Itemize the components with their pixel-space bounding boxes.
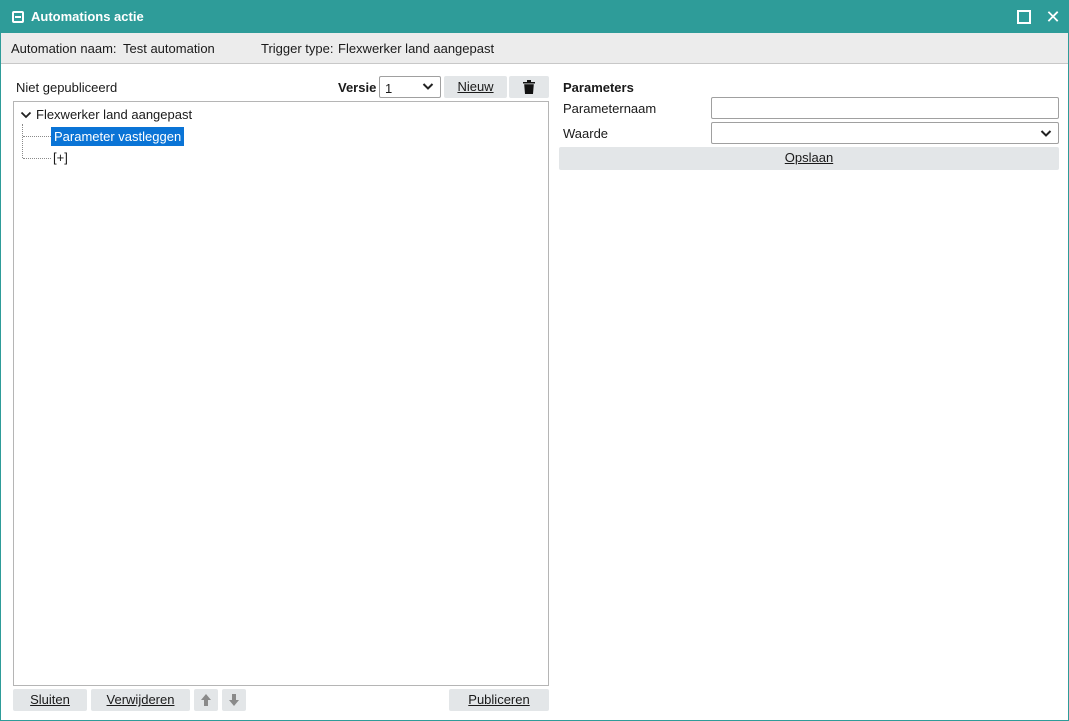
app-window-icon xyxy=(12,11,24,23)
new-version-button[interactable]: Nieuw xyxy=(444,76,507,98)
close-icon[interactable]: ✕ xyxy=(1044,6,1062,28)
remove-button-label: Verwijderen xyxy=(106,692,175,707)
version-select[interactable]: 1 xyxy=(379,76,441,98)
tree-add-node[interactable]: [+] xyxy=(53,150,68,165)
publish-button[interactable]: Publiceren xyxy=(449,689,549,711)
title-bar: Automations actie ✕ xyxy=(1,1,1068,33)
tree-connector xyxy=(23,136,51,137)
remove-button[interactable]: Verwijderen xyxy=(91,689,190,711)
trigger-type-label: Trigger type: xyxy=(261,41,334,56)
action-tree[interactable]: Flexwerker land aangepast Parameter vast… xyxy=(13,101,549,686)
value-select[interactable] xyxy=(711,122,1059,144)
value-label: Waarde xyxy=(563,126,609,141)
trigger-type-value: Flexwerker land aangepast xyxy=(338,41,495,56)
chevron-down-icon xyxy=(1040,130,1052,137)
maximize-icon[interactable] xyxy=(1017,10,1031,24)
move-down-button[interactable] xyxy=(222,689,246,711)
parameter-name-label: Parameternaam xyxy=(563,101,657,116)
publish-button-label: Publiceren xyxy=(468,692,530,707)
automation-action-window: Automations actie ✕ Automation naam: Tes… xyxy=(0,0,1069,721)
tree-node-parameter-vastleggen[interactable]: Parameter vastleggen xyxy=(51,127,185,146)
close-button-label: Sluiten xyxy=(30,692,70,707)
version-value: 1 xyxy=(385,81,393,96)
close-button[interactable]: Sluiten xyxy=(13,689,87,711)
parameter-name-input[interactable] xyxy=(711,97,1059,119)
info-bar: Automation naam: Test automation Trigger… xyxy=(1,33,1068,64)
tree-connector xyxy=(22,124,23,158)
tree-connector xyxy=(23,158,51,159)
automation-name-label: Automation naam: xyxy=(11,41,117,56)
arrow-up-icon xyxy=(201,694,211,706)
delete-version-button[interactable] xyxy=(509,76,549,98)
publish-status: Niet gepubliceerd xyxy=(16,80,118,95)
arrow-down-icon xyxy=(229,694,239,706)
window-title: Automations actie xyxy=(31,9,144,24)
automation-name-value: Test automation xyxy=(123,41,215,56)
new-version-label: Nieuw xyxy=(457,79,494,94)
save-button-label: Opslaan xyxy=(784,150,834,165)
chevron-down-icon[interactable] xyxy=(20,110,32,120)
tree-root-label: Flexwerker land aangepast xyxy=(36,107,193,122)
trash-icon xyxy=(523,80,535,94)
chevron-down-icon xyxy=(422,83,434,90)
save-button[interactable]: Opslaan xyxy=(559,147,1059,170)
move-up-button[interactable] xyxy=(194,689,218,711)
parameters-title: Parameters xyxy=(563,80,634,95)
version-label: Versie xyxy=(338,80,377,95)
